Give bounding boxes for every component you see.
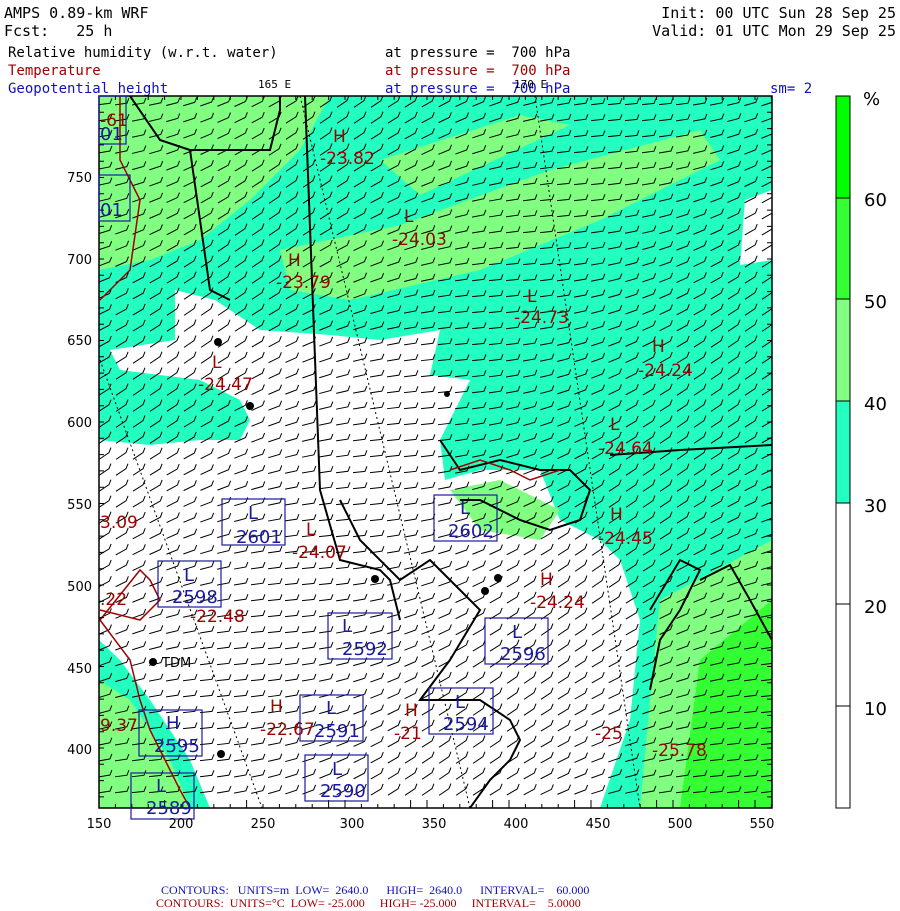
station-label-tdm: TDM xyxy=(161,656,191,671)
colorbar-segment-40-50 xyxy=(835,298,851,402)
height-value: 2598 xyxy=(172,587,218,608)
temp-mark: L xyxy=(212,353,222,373)
colorbar xyxy=(835,95,851,809)
colorbar-segment-20-30 xyxy=(835,502,851,605)
height-value: 2589 xyxy=(146,798,192,819)
x-tick-label: 300 xyxy=(340,817,365,832)
map-canvas: TDM H -23.82 L -24.03 H -23.79 L -24.73 … xyxy=(67,89,887,832)
temp-value: -23.79 xyxy=(276,273,331,293)
height-value: 2590 xyxy=(320,781,366,802)
colorbar-segment-60plus xyxy=(835,95,851,199)
colorbar-segment-0-10 xyxy=(835,705,851,809)
height-mark: L xyxy=(460,498,470,519)
contours-label: CONTOURS: xyxy=(156,896,224,910)
y-tick-label: 550 xyxy=(67,498,92,513)
height-value: 2596 xyxy=(500,644,546,665)
high-label: HIGH= -25.000 xyxy=(379,896,457,910)
y-tick-label: 750 xyxy=(67,171,92,186)
temp-value: -21 xyxy=(394,724,422,744)
height-mark: L xyxy=(156,776,166,797)
x-tick-label: 250 xyxy=(251,817,276,832)
height-mark: L xyxy=(342,616,352,637)
x-tick-label: 200 xyxy=(169,817,194,832)
temp-value: -24.03 xyxy=(392,230,447,250)
temp-mark: H xyxy=(333,127,346,147)
x-axis-labels: 150 200 250 300 350 400 450 500 550 xyxy=(87,817,775,832)
x-tick-label: 150 xyxy=(87,817,112,832)
temp-value: -25 xyxy=(595,724,623,744)
height-value: 2595 xyxy=(154,736,200,757)
colorbar-segment-50-60 xyxy=(835,197,851,300)
y-tick-label: 500 xyxy=(67,580,92,595)
height-mark: L xyxy=(248,503,258,524)
low-label: LOW= -25.000 xyxy=(290,896,365,910)
colorbar-unit: % xyxy=(863,89,880,110)
temp-mark: H xyxy=(652,337,665,357)
colorbar-label: 30 xyxy=(864,496,887,517)
height-value: 2594 xyxy=(443,714,489,735)
colorbar-label: 20 xyxy=(864,597,887,618)
x-tick-label: 350 xyxy=(422,817,447,832)
temp-value: -24.07 xyxy=(292,543,347,563)
y-tick-label: 650 xyxy=(67,334,92,349)
units-label: UNITS=°C xyxy=(229,896,285,910)
temp-mark: H xyxy=(540,570,553,590)
height-mark: L xyxy=(326,698,336,719)
height-value: 2592 xyxy=(342,639,388,660)
x-tick-label: 500 xyxy=(668,817,693,832)
temp-mark: L xyxy=(404,207,414,227)
y-tick-label: 400 xyxy=(67,743,92,758)
x-tick-label: 400 xyxy=(504,817,529,832)
height-mark: L xyxy=(512,622,522,643)
humidity-field xyxy=(99,96,772,808)
height-mark: L xyxy=(455,692,465,713)
height-mark: L xyxy=(184,565,194,586)
y-tick-label: 700 xyxy=(67,253,92,268)
height-value: 2602 xyxy=(448,521,494,542)
temp-mark: H xyxy=(405,701,418,721)
colorbar-segment-30-40 xyxy=(835,400,851,504)
temp-value: 3.09 xyxy=(100,513,138,533)
y-axis-labels: 750 700 650 600 550 500 450 400 xyxy=(67,171,92,758)
temp-value: -22.48 xyxy=(190,607,245,627)
temp-value: .22 xyxy=(100,590,127,610)
x-tick-label: 550 xyxy=(750,817,775,832)
colorbar-label: 60 xyxy=(864,190,887,211)
colorbar-label: 40 xyxy=(864,394,887,415)
height-value: 2601 xyxy=(236,527,282,548)
temp-value: -24.24 xyxy=(638,361,693,381)
height-value: 2591 xyxy=(314,721,360,742)
temp-value: -24.45 xyxy=(598,529,653,549)
temp-contour-info: CONTOURS: UNITS=°C LOW= -25.000 HIGH= -2… xyxy=(150,881,581,911)
height-mark: L xyxy=(332,759,342,780)
temp-value: -23.82 xyxy=(320,149,375,169)
temp-value: -22.67 xyxy=(260,720,315,740)
interval-label: INTERVAL= 5.0000 xyxy=(471,896,581,910)
y-tick-label: 600 xyxy=(67,416,92,431)
y-tick-label: 450 xyxy=(67,662,92,677)
station-dot xyxy=(149,658,157,666)
temp-value: -25.78 xyxy=(652,741,707,761)
temp-mark: H xyxy=(288,251,301,271)
temp-mark: L xyxy=(610,415,620,435)
height-value: 01 xyxy=(100,200,123,221)
temp-value: -24.47 xyxy=(198,375,253,395)
colorbar-label: 10 xyxy=(864,699,887,720)
colorbar-segment-10-20 xyxy=(835,603,851,707)
temp-mark: H xyxy=(270,697,283,717)
colorbar-label: 50 xyxy=(864,292,887,313)
x-tick-label: 450 xyxy=(586,817,611,832)
temp-mark: L xyxy=(306,520,316,540)
height-mark: H xyxy=(166,713,180,734)
temp-mark: L xyxy=(527,287,537,307)
temp-value: -24.73 xyxy=(514,308,569,328)
temp-value: 9.37 xyxy=(100,716,138,736)
height-value: 01 xyxy=(100,124,123,145)
temp-value: -24.24 xyxy=(530,593,585,613)
temp-value: -24.64 xyxy=(598,439,653,459)
temp-mark: H xyxy=(610,505,623,525)
